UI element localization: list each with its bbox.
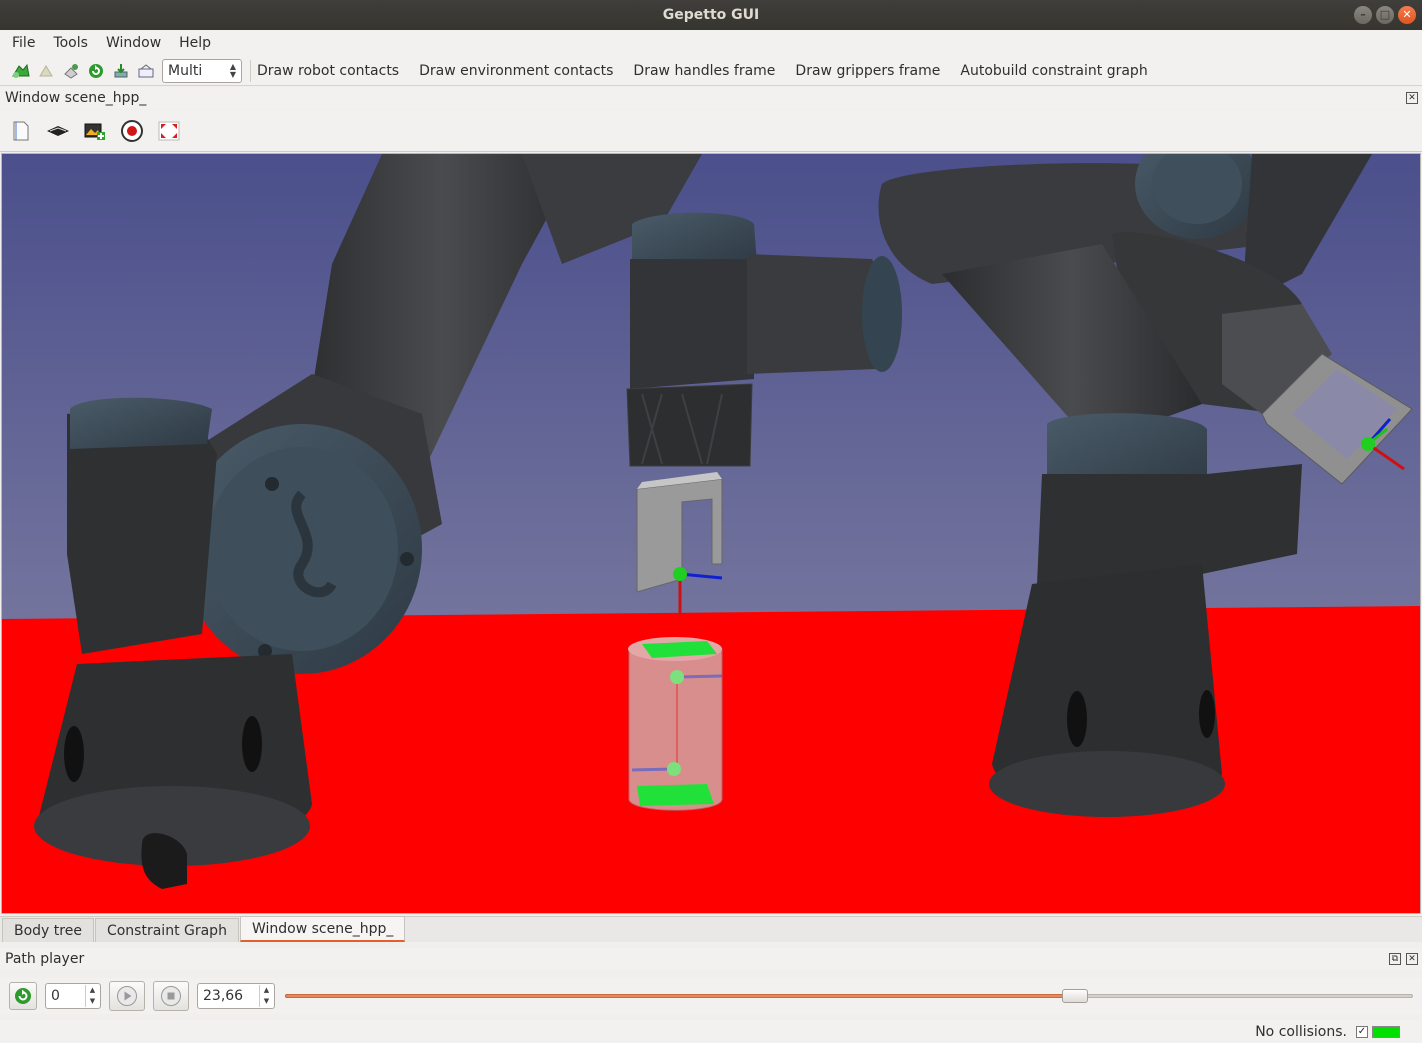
menu-help[interactable]: Help [179,35,211,51]
refresh-paths-button[interactable] [9,982,37,1010]
menu-file[interactable]: File [12,35,35,51]
stop-icon [161,986,181,1006]
maximize-icon[interactable]: □ [1376,6,1394,24]
path-time-slider[interactable] [285,986,1413,1006]
scene-render [2,154,1420,913]
draw-environment-contacts-button[interactable]: Draw environment contacts [419,63,613,79]
window-controls: – □ ✕ [1354,6,1416,24]
menu-tools[interactable]: Tools [53,35,88,51]
menu-window[interactable]: Window [106,35,161,51]
add-image-icon[interactable] [82,118,108,144]
main-toolbar: Multi ▲ ▼ Draw robot contacts Draw enviro… [0,56,1422,86]
close-icon[interactable]: ✕ [1406,92,1418,104]
play-button[interactable] [109,981,145,1011]
disabled-action-icon[interactable] [35,60,57,82]
close-icon[interactable]: ✕ [1406,953,1418,965]
scene-dock-title-label: Window scene_hpp_ [5,90,147,106]
collision-indicator [1372,1025,1400,1038]
time-spinbox[interactable]: 23,66 ▲ ▼ [197,983,275,1009]
tab-window-scene[interactable]: Window scene_hpp_ [239,916,406,942]
slider-fill [285,994,1075,998]
menu-bar: File Tools Window Help [0,30,1422,56]
collision-status-text: No collisions. [1255,1023,1347,1040]
tab-constraint-graph[interactable]: Constraint Graph [94,918,239,942]
spin-arrows-icon[interactable]: ▲ ▼ [85,985,99,1007]
scene-toolbar [0,110,1422,152]
add-object-icon[interactable] [60,60,82,82]
fullscreen-icon[interactable] [156,118,182,144]
float-icon[interactable]: ⧉ [1389,953,1401,965]
path-index-spinbox[interactable]: 0 ▲ ▼ [45,983,101,1009]
play-icon [117,986,137,1006]
environment-icon[interactable] [135,60,157,82]
record-icon[interactable] [119,118,145,144]
status-bar: No collisions. ✓ [0,1020,1422,1043]
window-titlebar: Gepetto GUI – □ ✕ [0,0,1422,30]
load-icon[interactable] [110,60,132,82]
combo-arrows-icon: ▲ ▼ [229,61,236,79]
minimize-icon[interactable]: – [1354,6,1372,24]
tab-body-tree[interactable]: Body tree [2,918,94,942]
draw-handles-frame-button[interactable]: Draw handles frame [633,63,775,79]
refresh-icon [15,988,31,1004]
window-title: Gepetto GUI [662,7,760,23]
scene-dock-title: Window scene_hpp_ ✕ [0,87,1422,109]
ground-plane-icon[interactable] [45,118,71,144]
path-index-value: 0 [51,988,60,1004]
draw-grippers-frame-button[interactable]: Draw grippers frame [795,63,940,79]
cylinder-object [628,637,723,811]
mode-select[interactable]: Multi ▲ ▼ [162,58,242,83]
refresh-icon[interactable] [85,60,107,82]
mode-select-value: Multi [168,62,203,79]
close-icon[interactable]: ✕ [1398,6,1416,24]
path-player-title-label: Path player [5,951,85,967]
time-value: 23,66 [203,988,244,1004]
document-icon[interactable] [8,118,34,144]
draw-robot-contacts-button[interactable]: Draw robot contacts [257,63,399,79]
dock-tabs: Body tree Constraint Graph Window scene_… [0,916,1422,942]
path-player-dock-buttons: ⧉ ✕ [1389,953,1418,965]
path-player-title: Path player ⧉ ✕ [0,948,1422,970]
path-player-controls: 0 ▲ ▼ 23,66 ▲ ▼ [0,978,1422,1014]
collision-check-checkbox[interactable]: ✓ [1356,1025,1368,1038]
stop-button[interactable] [153,981,189,1011]
add-robot-icon[interactable] [10,60,32,82]
3d-viewport[interactable] [1,153,1421,914]
toolbar-separator [250,59,251,82]
slider-handle[interactable] [1061,989,1088,1003]
spin-arrows-icon[interactable]: ▲ ▼ [259,985,273,1007]
autobuild-constraint-graph-button[interactable]: Autobuild constraint graph [960,63,1147,79]
